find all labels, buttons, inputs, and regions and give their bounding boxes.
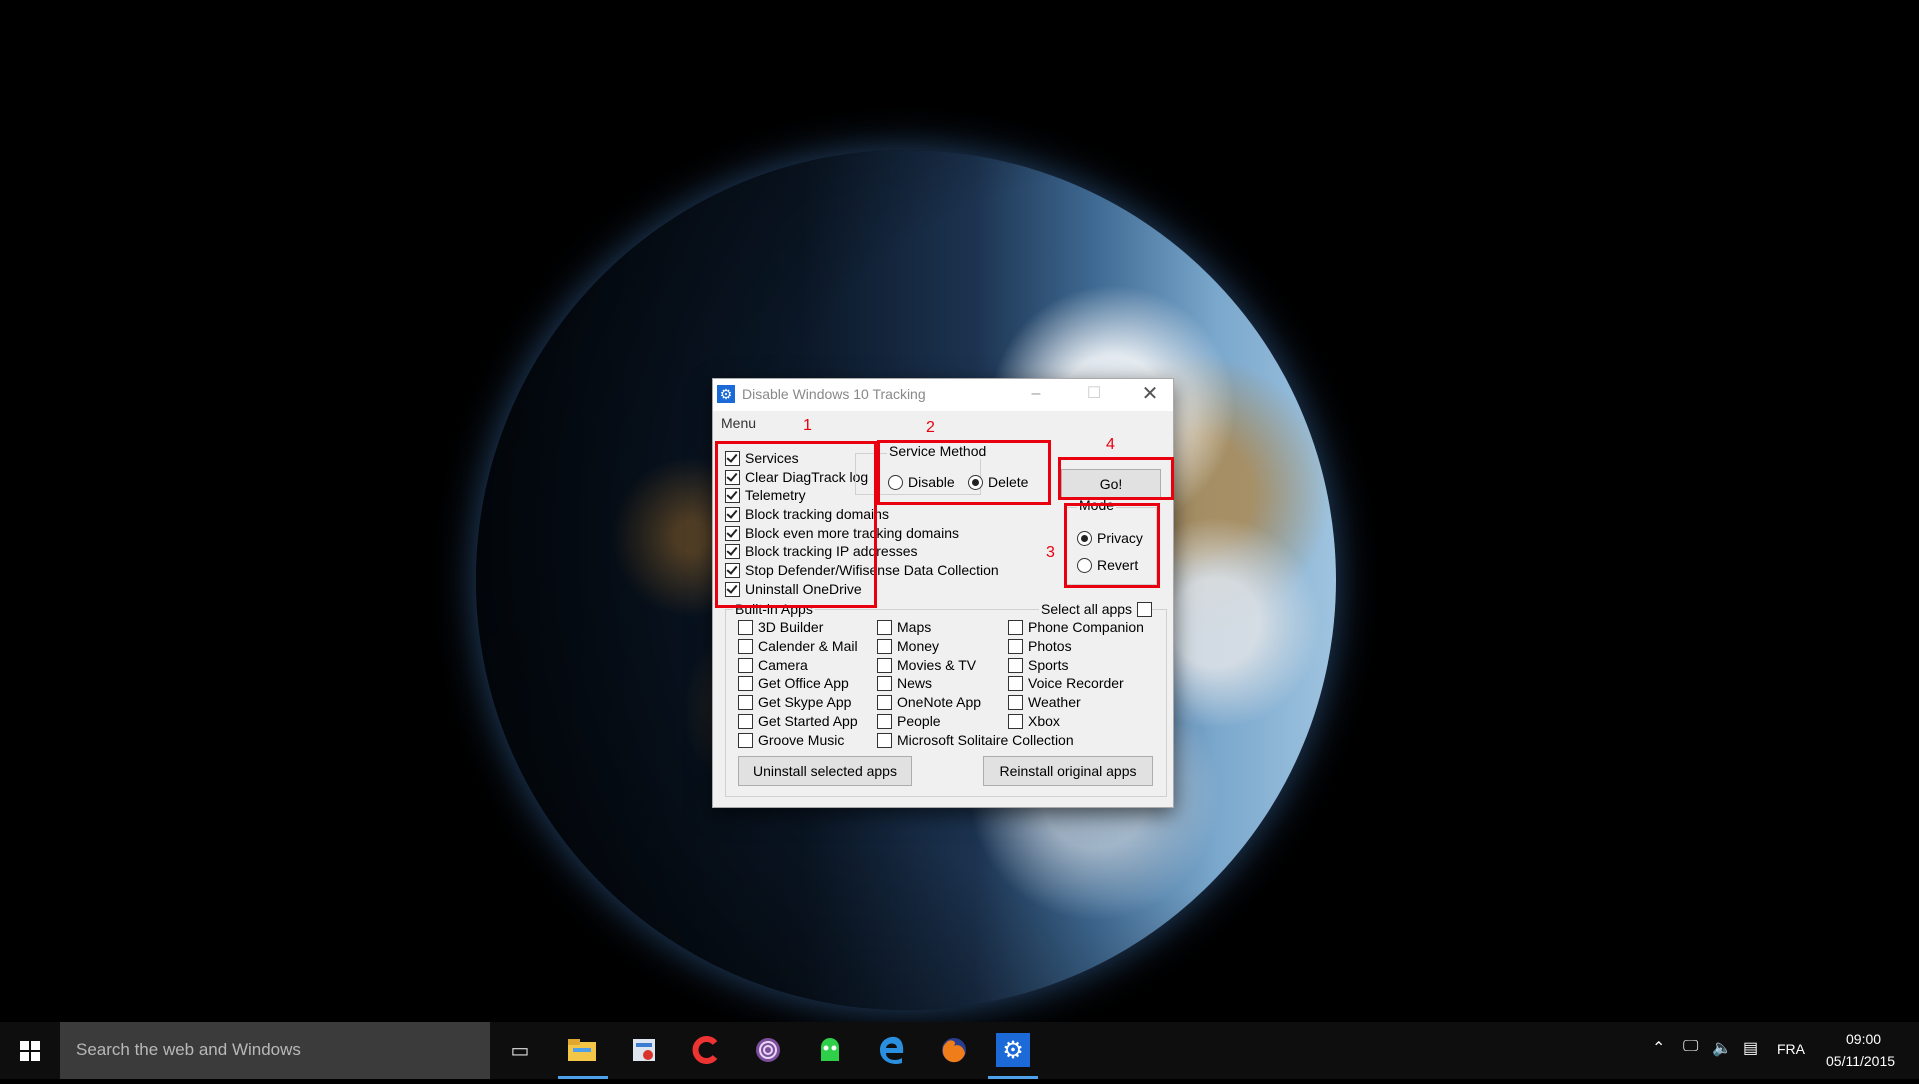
ccleaner-icon[interactable] <box>686 1030 726 1070</box>
menu-bar[interactable]: Menu <box>721 415 756 431</box>
taskbar: Search the web and Windows ▭ ⚙ ⌃ 🖵 🔈 ▤ F… <box>0 1022 1919 1079</box>
close-button[interactable]: ✕ <box>1127 379 1173 411</box>
app-checkbox[interactable]: Weather <box>1008 694 1081 711</box>
annotation-box-2 <box>877 440 1051 505</box>
checkbox-icon <box>1008 638 1023 654</box>
app-checkbox[interactable]: Camera <box>738 657 808 674</box>
language-indicator[interactable]: FRA <box>1777 1041 1805 1057</box>
app-checkbox[interactable]: Voice Recorder <box>1008 675 1124 692</box>
app-checkbox[interactable]: Sports <box>1008 657 1068 674</box>
checkbox-icon <box>1008 676 1023 692</box>
checkbox-icon <box>738 638 753 654</box>
edge-icon[interactable] <box>872 1030 912 1070</box>
checkbox-icon <box>738 620 753 635</box>
app-checkbox[interactable]: Groove Music <box>738 732 844 749</box>
maximize-button[interactable]: ☐ <box>1071 379 1117 411</box>
checkbox-icon <box>877 732 892 748</box>
checkbox-icon <box>738 732 753 748</box>
annotation-label-4: 4 <box>1106 436 1115 453</box>
chevron-up-icon[interactable]: ⌃ <box>1652 1038 1665 1058</box>
vpn-icon[interactable] <box>810 1030 850 1070</box>
checkbox-icon <box>877 638 892 654</box>
search-placeholder: Search the web and Windows <box>76 1040 301 1059</box>
checkbox-icon <box>1008 714 1023 729</box>
app-checkbox[interactable]: Maps <box>877 619 931 636</box>
firefox-icon[interactable] <box>934 1030 974 1070</box>
annotation-label-2: 2 <box>926 419 935 436</box>
app-checkbox[interactable]: Xbox <box>1008 713 1060 730</box>
app-checkbox[interactable]: People <box>877 713 941 730</box>
notifications-icon[interactable]: ▤ <box>1743 1038 1758 1058</box>
annotation-label-1: 1 <box>803 417 812 434</box>
clock-date[interactable]: 05/11/2015 <box>1826 1053 1895 1069</box>
checkbox-icon <box>877 676 892 692</box>
volume-icon[interactable]: 🔈 <box>1712 1038 1732 1058</box>
annotation-label-3: 3 <box>1046 544 1055 561</box>
app-checkbox[interactable]: Calender & Mail <box>738 638 858 655</box>
app-checkbox[interactable]: Money <box>877 638 939 655</box>
settings-icon[interactable]: ⚙ <box>996 1033 1030 1067</box>
tor-icon[interactable] <box>748 1030 788 1070</box>
app-checkbox[interactable]: Get Office App <box>738 675 849 692</box>
annotation-box-4 <box>1058 457 1174 500</box>
select-all-apps-checkbox[interactable]: Select all apps <box>1039 601 1153 618</box>
uninstall-apps-button[interactable]: Uninstall selected apps <box>738 756 912 786</box>
app-checkbox[interactable]: Photos <box>1008 638 1072 655</box>
search-box[interactable]: Search the web and Windows <box>60 1022 490 1079</box>
task-view-icon[interactable]: ▭ <box>500 1030 540 1070</box>
checkbox-icon <box>877 695 892 711</box>
app-checkbox[interactable]: Movies & TV <box>877 657 976 674</box>
app-checkbox[interactable]: OneNote App <box>877 694 981 711</box>
checkbox-icon <box>1137 602 1153 617</box>
checkbox-icon <box>1008 657 1023 673</box>
gear-icon: ⚙ <box>717 385 735 403</box>
windows-logo-icon <box>20 1041 40 1061</box>
title-bar[interactable]: ⚙ Disable Windows 10 Tracking – ☐ ✕ <box>713 379 1173 411</box>
start-button[interactable] <box>0 1022 60 1079</box>
checkbox-icon <box>1008 620 1023 635</box>
window-title: Disable Windows 10 Tracking <box>742 386 926 402</box>
checkbox-icon <box>738 695 753 711</box>
checkbox-icon <box>738 657 753 673</box>
annotation-box-1 <box>715 441 877 608</box>
file-explorer-icon[interactable] <box>562 1030 602 1070</box>
app-icon[interactable] <box>624 1030 664 1070</box>
app-checkbox[interactable]: News <box>877 675 932 692</box>
app-window: ⚙ Disable Windows 10 Tracking – ☐ ✕ Menu… <box>712 378 1174 808</box>
checkbox-icon <box>877 714 892 729</box>
app-checkbox[interactable]: 3D Builder <box>738 619 823 636</box>
app-checkbox[interactable]: Get Started App <box>738 713 858 730</box>
checkbox-icon <box>738 676 753 692</box>
app-checkbox[interactable]: Get Skype App <box>738 694 851 711</box>
app-checkbox[interactable]: Microsoft Solitaire Collection <box>877 732 1074 749</box>
network-icon[interactable]: 🖵 <box>1683 1038 1698 1056</box>
clock-time[interactable]: 09:00 <box>1846 1031 1881 1047</box>
annotation-box-3 <box>1064 503 1160 588</box>
checkbox-icon <box>1008 695 1023 711</box>
checkbox-icon <box>877 657 892 673</box>
minimize-button[interactable]: – <box>1013 379 1059 411</box>
app-checkbox[interactable]: Phone Companion <box>1008 619 1144 636</box>
checkbox-icon <box>738 714 753 729</box>
reinstall-apps-button[interactable]: Reinstall original apps <box>983 756 1153 786</box>
checkbox-icon <box>877 620 892 635</box>
